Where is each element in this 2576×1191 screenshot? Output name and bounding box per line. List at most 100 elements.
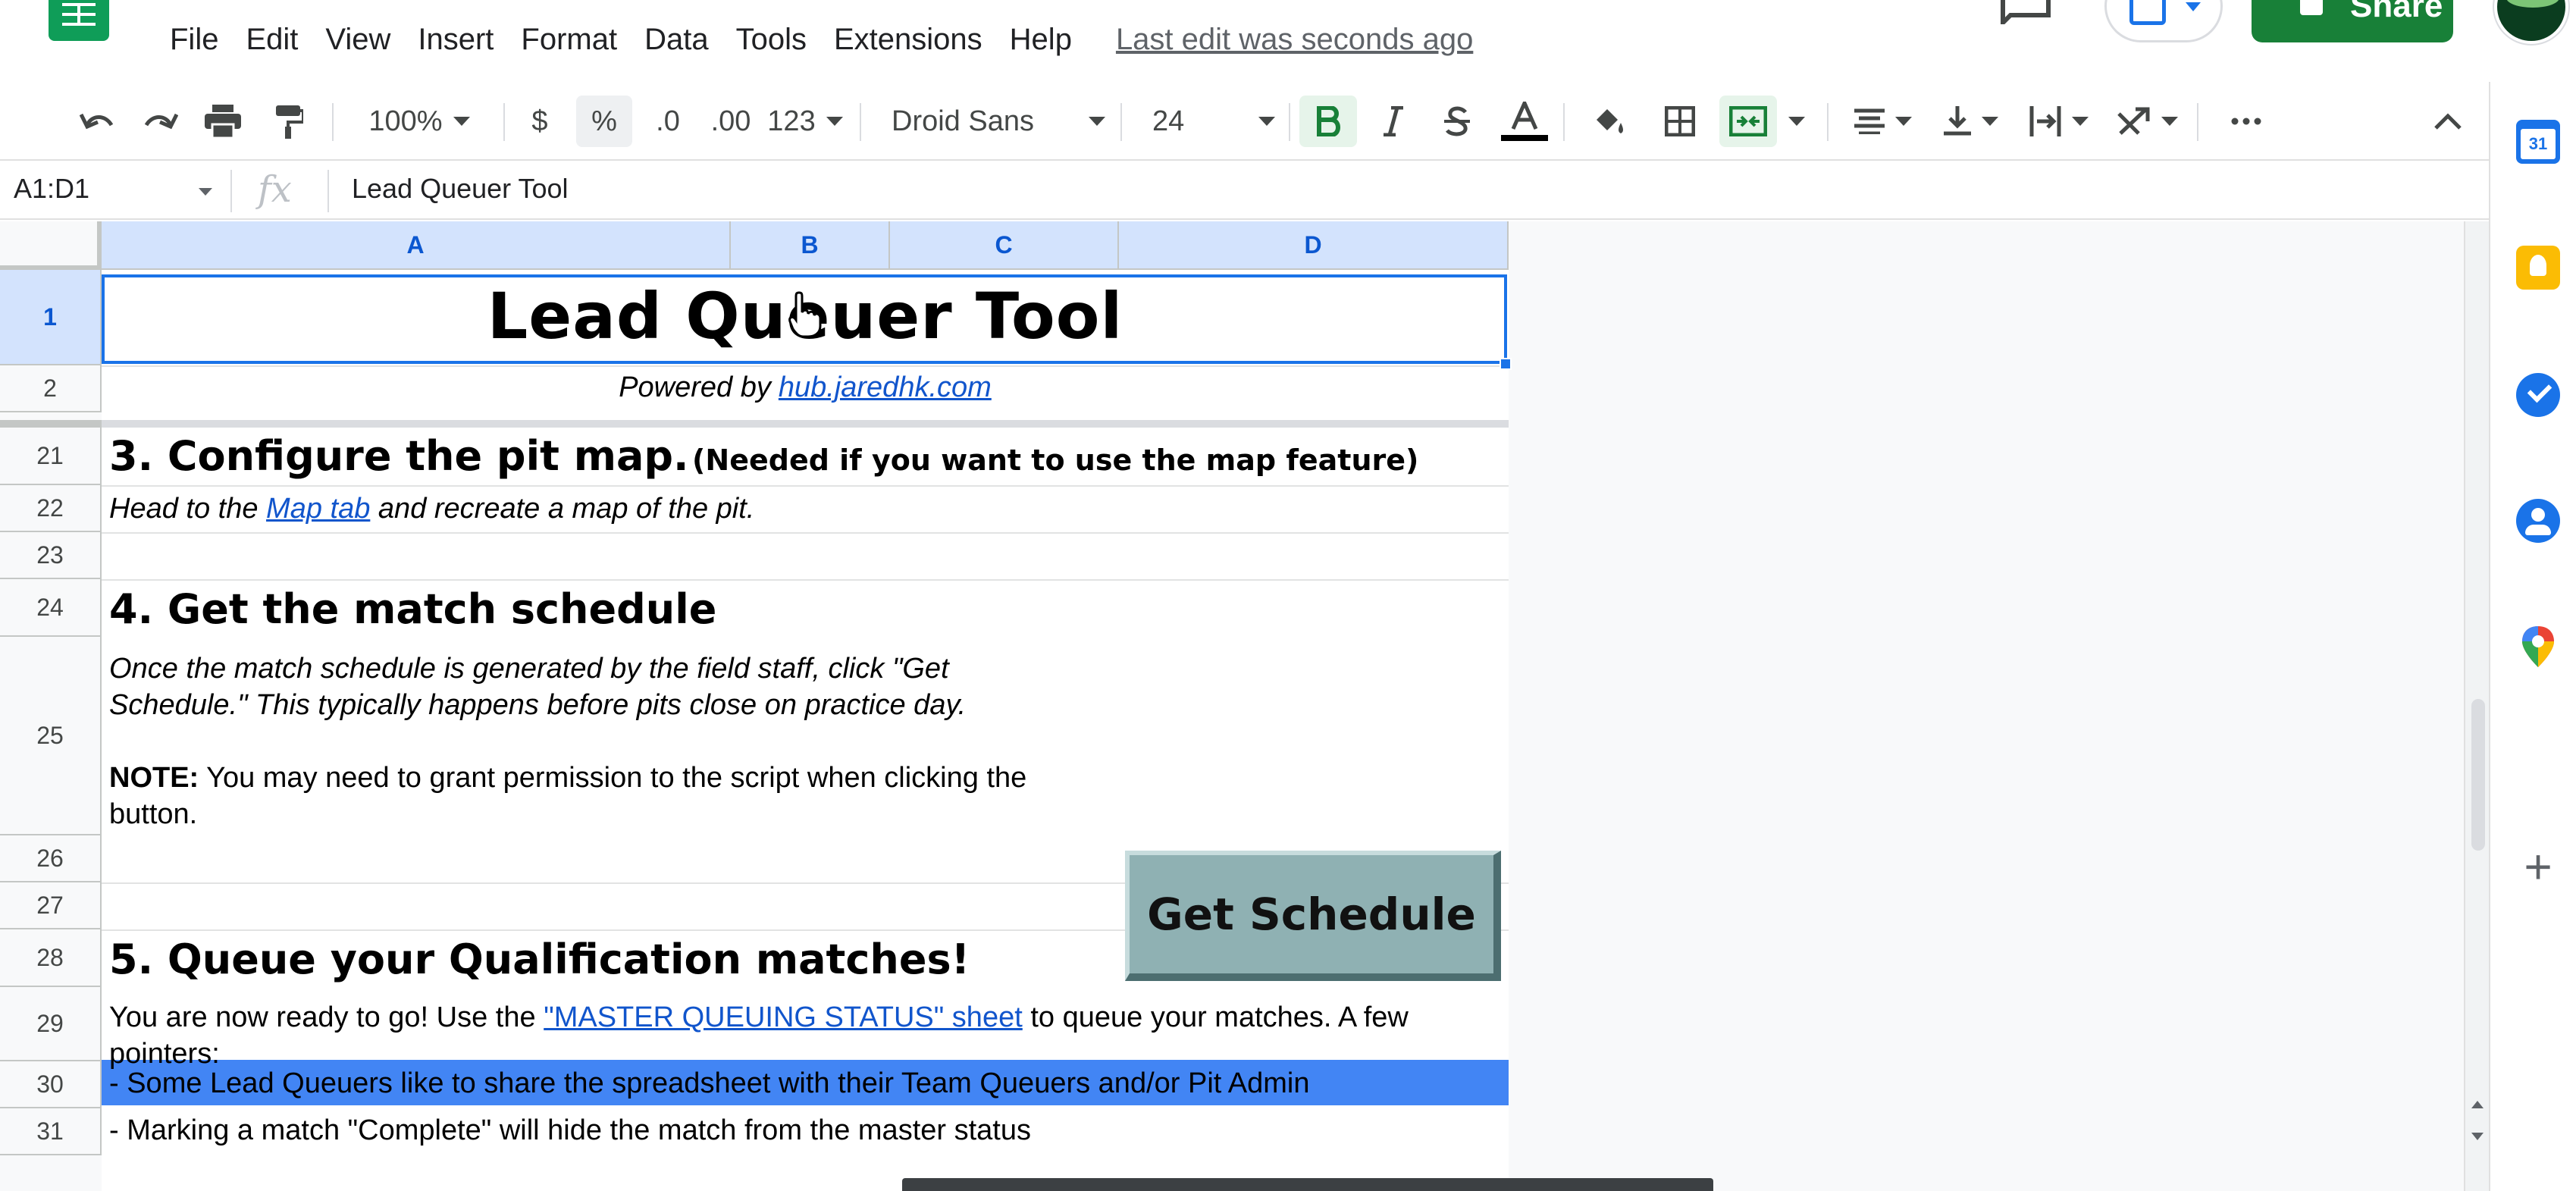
text-wrap-icon: [2029, 106, 2061, 136]
menu-data[interactable]: Data: [631, 17, 722, 62]
formula-input[interactable]: Lead Queuer Tool: [352, 173, 569, 205]
format-percent-button[interactable]: %: [576, 96, 632, 147]
pointer-1[interactable]: - Some Lead Queuers like to share the sp…: [109, 1067, 1310, 1100]
column-header-a[interactable]: A: [102, 221, 731, 270]
decrease-decimal-button[interactable]: .0: [641, 96, 694, 147]
empty-grid-area[interactable]: [1509, 221, 2465, 1191]
format-currency-button[interactable]: $: [520, 96, 559, 147]
row-header-2[interactable]: 2: [0, 365, 102, 412]
row-header-26[interactable]: 26: [0, 835, 102, 882]
undo-icon[interactable]: [74, 96, 120, 147]
present-meet-button[interactable]: [2104, 0, 2223, 42]
column-header-b[interactable]: B: [731, 221, 890, 270]
row-header-22[interactable]: 22: [0, 485, 102, 532]
step3-heading-cell[interactable]: 3. Configure the pit map. (Needed if you…: [109, 432, 1418, 480]
text-wrapping-select[interactable]: [2021, 96, 2097, 147]
menu-format[interactable]: Format: [507, 17, 631, 62]
step5-instruction[interactable]: You are now ready to go! Use the "MASTER…: [109, 999, 1409, 1072]
menu-tools[interactable]: Tools: [722, 17, 820, 62]
vertical-scroll-thumb[interactable]: [2471, 699, 2485, 851]
maps-icon[interactable]: [2516, 625, 2560, 669]
italic-button[interactable]: [1369, 96, 1418, 147]
fill-color-icon: [1597, 109, 1623, 133]
chevron-down-icon: [2072, 117, 2089, 126]
freeze-divider[interactable]: [0, 420, 102, 428]
chevron-down-icon[interactable]: [199, 188, 212, 196]
step4-note[interactable]: NOTE: You may need to grant permission t…: [109, 760, 1026, 832]
step4-instruction[interactable]: Once the match schedule is generated by …: [109, 650, 966, 723]
chevron-down-icon: [1895, 117, 1912, 126]
row-header-25[interactable]: 25: [0, 637, 102, 835]
vertical-scrollbar[interactable]: [2464, 221, 2489, 1191]
pointer-2[interactable]: - Marking a match "Complete" will hide t…: [109, 1114, 1031, 1147]
row-header-23[interactable]: 23: [0, 532, 102, 579]
menu-file[interactable]: File: [156, 17, 232, 62]
step5-text-after: to queue your matches. A few: [1030, 1001, 1409, 1033]
share-button[interactable]: Share: [2252, 0, 2453, 42]
horizontal-align-select[interactable]: [1845, 96, 1921, 147]
menu-view[interactable]: View: [312, 17, 404, 62]
scroll-down-icon[interactable]: [2471, 1133, 2484, 1140]
select-all-corner[interactable]: [0, 221, 102, 270]
more-options-button[interactable]: [2221, 96, 2271, 147]
text-color-button[interactable]: [1498, 96, 1551, 147]
name-box[interactable]: A1:D1: [14, 173, 89, 205]
row-header-27[interactable]: 27: [0, 882, 102, 929]
row-header-28[interactable]: 28: [0, 929, 102, 987]
sheets-logo-icon[interactable]: [49, 0, 109, 41]
redo-icon[interactable]: [138, 96, 183, 147]
get-addons-plus-icon[interactable]: +: [2516, 842, 2560, 891]
horizontal-scroll-thumb[interactable]: [902, 1178, 1713, 1191]
menu-extensions[interactable]: Extensions: [820, 17, 996, 62]
collapse-toolbar-button[interactable]: [2423, 96, 2473, 147]
get-schedule-button[interactable]: Get Schedule: [1125, 851, 1501, 981]
step5-heading[interactable]: 5. Queue your Qualification matches!: [109, 936, 970, 983]
strikethrough-button[interactable]: [1433, 96, 1481, 147]
column-header-d[interactable]: D: [1119, 221, 1509, 270]
increase-decimal-button[interactable]: .00: [702, 96, 760, 147]
scroll-up-icon[interactable]: [2471, 1101, 2484, 1108]
frozen-rows-divider[interactable]: [102, 420, 1509, 428]
keep-icon[interactable]: [2516, 246, 2560, 290]
paint-format-icon[interactable]: [265, 96, 311, 147]
comment-history-icon[interactable]: [1994, 0, 2057, 29]
avatar[interactable]: [2494, 0, 2568, 44]
borders-button[interactable]: [1656, 96, 1704, 147]
lock-icon: [2300, 0, 2323, 15]
row-header-29[interactable]: 29: [0, 987, 102, 1061]
menu-edit[interactable]: Edit: [232, 17, 312, 62]
currency-label: $: [531, 105, 548, 137]
row-header-21[interactable]: 21: [0, 428, 102, 485]
last-edit-link[interactable]: Last edit was seconds ago: [1116, 17, 1473, 62]
step5-text-before: You are now ready to go! Use the: [109, 1001, 536, 1033]
calendar-icon[interactable]: 31: [2516, 120, 2560, 164]
menu-insert[interactable]: Insert: [404, 17, 507, 62]
step4-heading[interactable]: 4. Get the match schedule: [109, 585, 716, 633]
row-header-24[interactable]: 24: [0, 579, 102, 637]
tasks-icon[interactable]: [2516, 373, 2560, 417]
contacts-icon[interactable]: [2516, 499, 2560, 543]
merge-cells-button[interactable]: [1719, 96, 1777, 147]
zoom-select[interactable]: 100%: [355, 96, 484, 147]
step3-instruction[interactable]: Head to the Map tab and recreate a map o…: [109, 493, 754, 525]
font-size-select[interactable]: 24: [1152, 96, 1275, 147]
menu-help[interactable]: Help: [996, 17, 1086, 62]
more-formats-select[interactable]: 123: [767, 96, 843, 147]
bold-button[interactable]: [1299, 96, 1357, 147]
print-icon[interactable]: [200, 96, 246, 147]
row-header-30[interactable]: 30: [0, 1061, 102, 1108]
row-header-31[interactable]: 31: [0, 1108, 102, 1155]
fill-color-button[interactable]: [1584, 96, 1633, 147]
column-header-c[interactable]: C: [890, 221, 1119, 270]
master-queuing-status-link[interactable]: "MASTER QUEUING STATUS" sheet: [544, 1001, 1023, 1033]
merge-options-dropdown[interactable]: [1782, 96, 1812, 147]
powered-link[interactable]: hub.jaredhk.com: [779, 371, 992, 404]
row-header-1[interactable]: 1: [0, 270, 102, 365]
map-tab-link[interactable]: Map tab: [266, 493, 370, 525]
toolbar-divider: [860, 103, 861, 141]
italic-icon: [1384, 106, 1403, 136]
toolbar-divider: [332, 103, 334, 141]
text-rotation-select[interactable]: [2109, 96, 2185, 147]
vertical-align-select[interactable]: [1933, 96, 2009, 147]
font-family-select[interactable]: Droid Sans: [892, 96, 1105, 147]
